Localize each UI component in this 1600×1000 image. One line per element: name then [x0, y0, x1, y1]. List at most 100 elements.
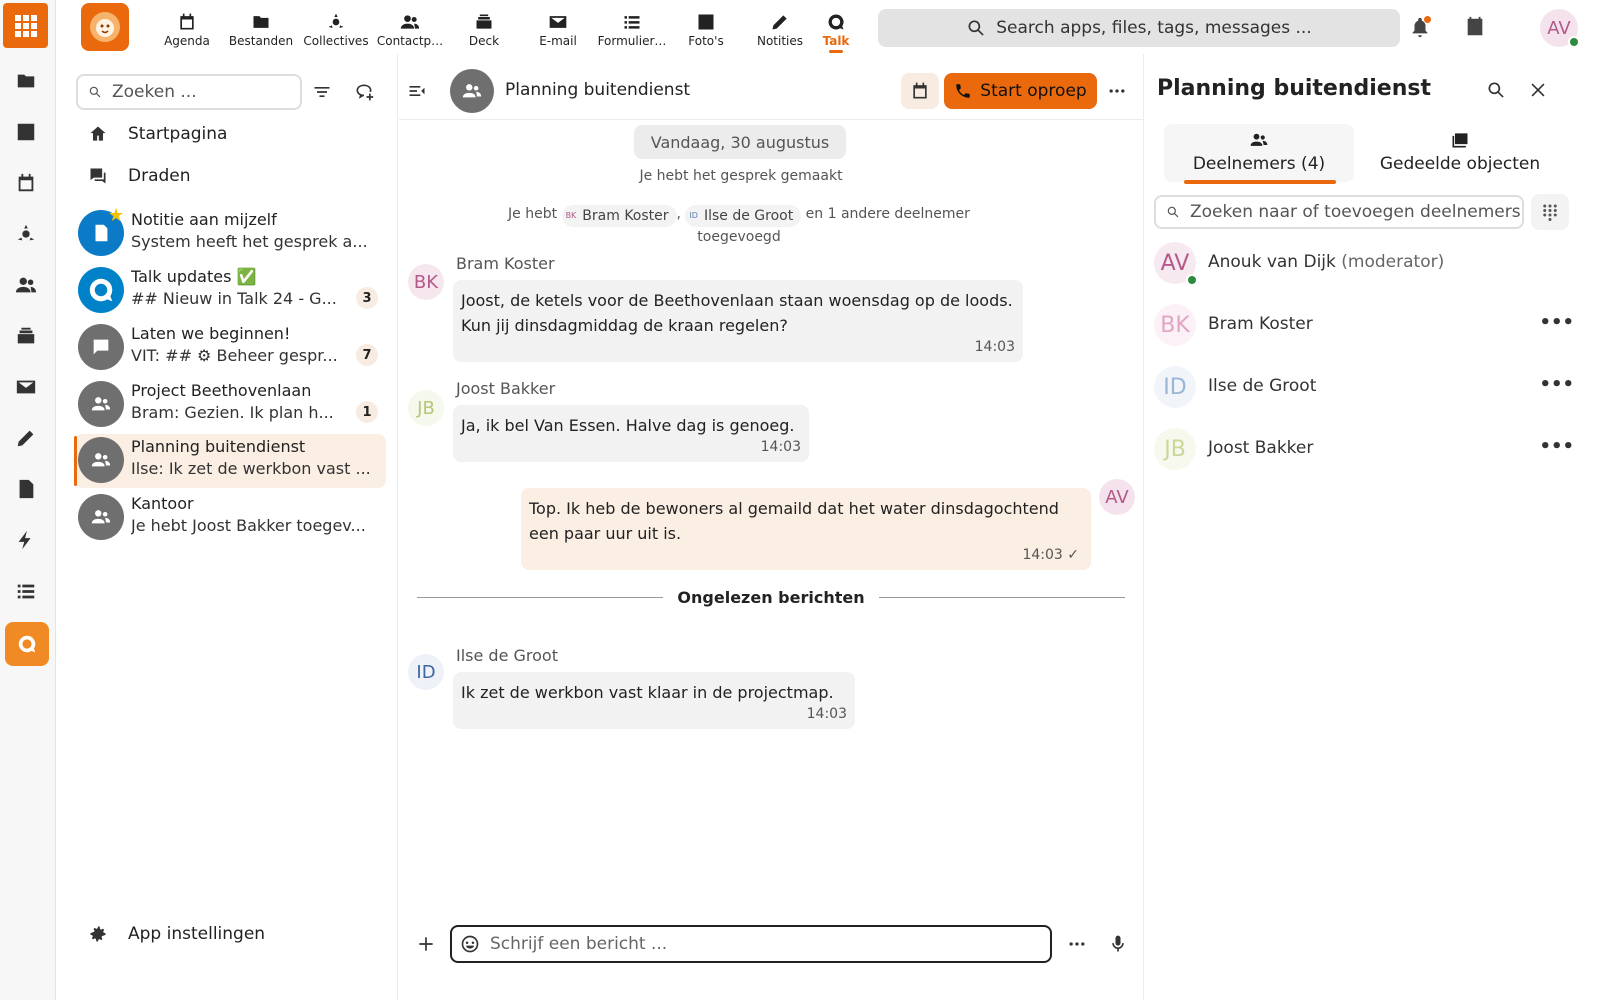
rail-text-button[interactable]	[6, 469, 46, 509]
avatar[interactable]: BK	[408, 264, 444, 300]
conversation-item[interactable]: Planning buitendienst Ilse: Ik zet de wer…	[74, 434, 386, 488]
toggle-navigation-button[interactable]	[401, 75, 433, 107]
nav-item-email[interactable]: E-mail	[520, 12, 596, 48]
participant-item[interactable]: JB Joost Bakker •••	[1154, 428, 1574, 476]
lion-logo-icon	[90, 12, 120, 42]
start-call-label: Start oproep	[980, 81, 1087, 101]
app-logo[interactable]	[81, 3, 129, 51]
conversation-item[interactable]: ★ Notitie aan mijzelf System heeft het ges…	[74, 205, 386, 261]
nav-item-bestanden[interactable]: Bestanden	[223, 12, 299, 48]
composer-more-button[interactable]	[1061, 928, 1093, 960]
new-conversation-button[interactable]	[348, 76, 380, 108]
participant-more-button[interactable]: •••	[1539, 436, 1574, 457]
participant-item[interactable]: AV Anouk van Dijk (moderator)	[1154, 242, 1574, 290]
conversation-item[interactable]: Kantoor Je hebt Joost Bakker toegev...	[74, 491, 386, 545]
participant-item[interactable]: ID Ilse de Groot •••	[1154, 366, 1574, 414]
mention-separator: ,	[676, 206, 681, 222]
global-search-input[interactable]: Search apps, files, tags, messages ...	[878, 9, 1400, 47]
conversation-more-button[interactable]	[1101, 75, 1133, 107]
filter-button[interactable]	[306, 76, 338, 108]
app-settings-button[interactable]: App instellingen	[88, 924, 265, 944]
message-input[interactable]: Schrijf een bericht ...	[450, 925, 1052, 963]
nav-item-formulier[interactable]: Formulier…	[594, 12, 670, 48]
message-time: 14:03	[806, 706, 847, 722]
dialpad-button[interactable]	[1531, 194, 1569, 230]
nav-item-talk[interactable]: Talk	[816, 12, 856, 53]
mention-ilse[interactable]: ID Ilse de Groot	[685, 205, 802, 227]
emoji-icon[interactable]	[460, 934, 480, 954]
active-tab-indicator	[1184, 180, 1336, 184]
schedule-meeting-button[interactable]	[901, 73, 939, 109]
message-author: Ilse de Groot	[456, 646, 558, 665]
mention-avatar: ID	[689, 211, 698, 220]
conversation-last-message: ## Nieuw in Talk 24 - G...	[131, 289, 337, 308]
divider	[417, 596, 664, 598]
conversation-item[interactable]: Talk updates ✅ ## Nieuw in Talk 24 - G...…	[74, 264, 386, 318]
participant-more-button[interactable]: •••	[1539, 374, 1574, 395]
nav-item-label: Formulier…	[597, 34, 667, 48]
nav-item-fotos[interactable]: Foto's	[668, 12, 744, 48]
tab-participants[interactable]: Deelnemers (4)	[1164, 124, 1354, 184]
nav-item-label: Agenda	[164, 34, 210, 48]
deck-icon	[476, 14, 492, 29]
nav-item-deck[interactable]: Deck	[446, 12, 522, 48]
home-label: Startpagina	[128, 124, 228, 144]
contacts-menu-button[interactable]	[1462, 14, 1488, 40]
notifications-button[interactable]	[1407, 14, 1433, 40]
search-icon	[968, 20, 984, 36]
rail-deck-button[interactable]	[6, 316, 46, 356]
nav-item-label: Foto's	[688, 34, 724, 48]
attach-button[interactable]	[410, 928, 442, 960]
conversation-search-input[interactable]: Zoeken ...	[76, 74, 302, 110]
tab-shared-items[interactable]: Gedeelde objecten	[1360, 124, 1560, 182]
rail-notes-button[interactable]	[6, 418, 46, 458]
divider	[878, 596, 1126, 598]
rail-mail-button[interactable]	[6, 367, 46, 407]
participant-more-button[interactable]: •••	[1539, 312, 1574, 333]
participant-name-text: Ilse de Groot	[1208, 376, 1317, 396]
collectives-icon	[17, 224, 35, 241]
user-menu-avatar[interactable]: AV	[1540, 9, 1580, 48]
rail-calendar-button[interactable]	[6, 163, 46, 203]
rail-talk-button[interactable]	[5, 622, 49, 666]
mention-bram[interactable]: BK Bram Koster	[561, 205, 677, 227]
rail-contacts-button[interactable]	[6, 265, 46, 305]
avatar[interactable]: AV	[1099, 479, 1135, 515]
unread-badge: 7	[356, 344, 378, 366]
unread-label: Ongelezen berichten	[677, 587, 865, 607]
rail-files-button[interactable]	[6, 61, 46, 101]
participant-name-text: Joost Bakker	[1208, 438, 1314, 458]
message-bubble: Ik zet de werkbon vast klaar in de proje…	[453, 672, 855, 729]
avatar[interactable]: JB	[408, 390, 444, 426]
nav-item-agenda[interactable]: Agenda	[149, 12, 225, 48]
talk-icon	[18, 635, 36, 653]
app-menu-button[interactable]	[3, 3, 48, 48]
nav-item-contactp[interactable]: Contactp…	[372, 12, 448, 48]
list-icon	[17, 584, 35, 599]
voice-message-button[interactable]	[1102, 928, 1134, 960]
avatar[interactable]: ID	[408, 654, 444, 690]
home-link[interactable]: Startpagina	[88, 116, 227, 152]
nav-item-collectives[interactable]: Collectives	[298, 12, 374, 48]
threads-label: Draden	[128, 166, 191, 186]
close-details-button[interactable]	[1522, 74, 1554, 106]
threads-link[interactable]: Draden	[88, 158, 191, 194]
start-call-button[interactable]: Start oproep	[944, 73, 1097, 109]
gear-icon	[90, 926, 106, 942]
more-horizontal-icon	[1109, 89, 1125, 93]
unread-badge: 1	[356, 401, 378, 423]
nav-item-label: E-mail	[539, 34, 577, 48]
menu-collapse-icon	[409, 86, 425, 96]
details-search-button[interactable]	[1480, 74, 1512, 106]
rail-collectives-button[interactable]	[6, 214, 46, 254]
participant-item[interactable]: BK Bram Koster •••	[1154, 304, 1574, 352]
conversation-item[interactable]: Laten we beginnen! VIT: ## ⚙ Beheer gespr…	[74, 321, 386, 375]
rail-tasks-button[interactable]	[6, 571, 46, 611]
avatar: AV	[1154, 242, 1198, 286]
conversation-item[interactable]: Project Beethovenlaan Bram: Gezien. Ik pl…	[74, 378, 386, 432]
nav-item-notities[interactable]: Notities	[742, 12, 818, 48]
rail-photos-button[interactable]	[6, 112, 46, 152]
contacts-icon	[400, 15, 420, 29]
participant-search-input[interactable]: Zoeken naar of toevoegen deelnemers	[1154, 195, 1524, 229]
rail-flow-button[interactable]	[6, 520, 46, 560]
